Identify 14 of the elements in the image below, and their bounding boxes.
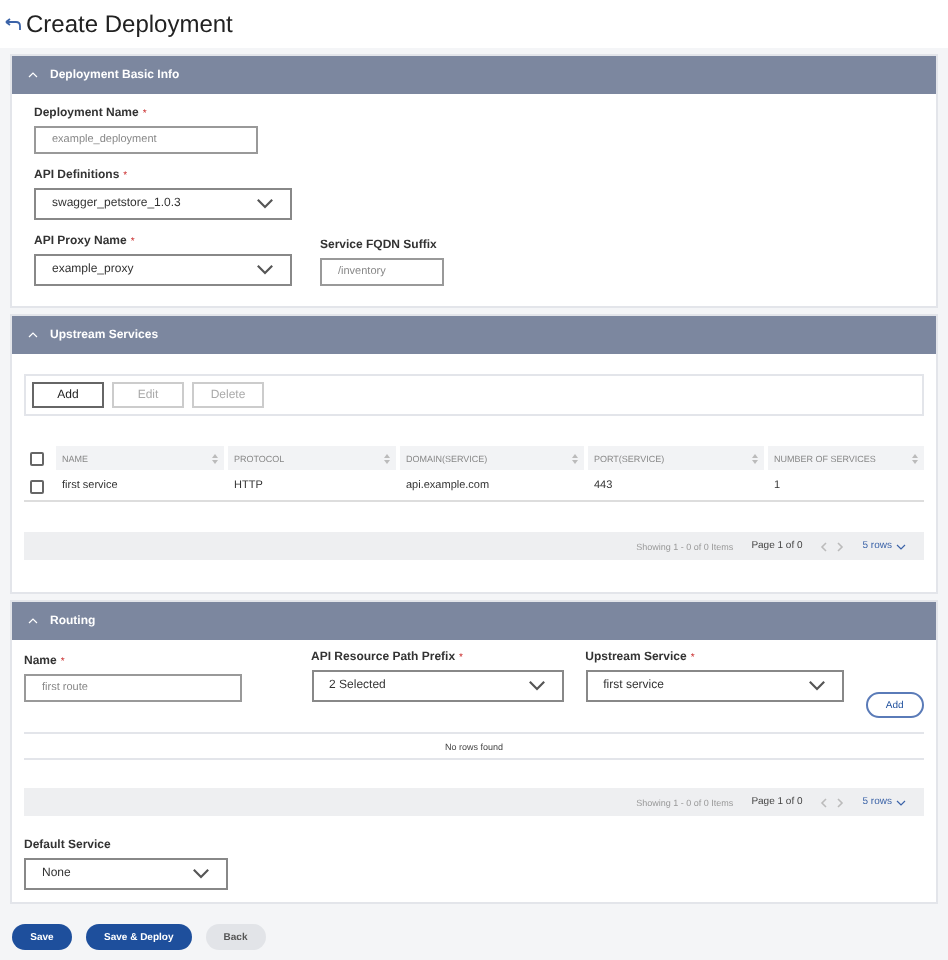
caret-icon[interactable] <box>256 264 274 276</box>
checkbox[interactable] <box>30 451 44 465</box>
caret-icon[interactable] <box>807 680 826 692</box>
checkbox[interactable] <box>30 479 44 493</box>
caret-icon[interactable] <box>192 868 210 880</box>
caret-icon[interactable] <box>256 198 274 210</box>
collapse-icon[interactable] <box>28 618 38 624</box>
page-title: Create Deployment <box>26 10 233 38</box>
back-arrow-icon[interactable] <box>4 18 22 30</box>
caret-icon[interactable] <box>527 680 546 692</box>
caret-icon[interactable] <box>896 543 906 549</box>
collapse-icon[interactable] <box>28 72 38 78</box>
caret-icon[interactable] <box>896 799 906 805</box>
collapse-icon[interactable] <box>28 332 38 338</box>
